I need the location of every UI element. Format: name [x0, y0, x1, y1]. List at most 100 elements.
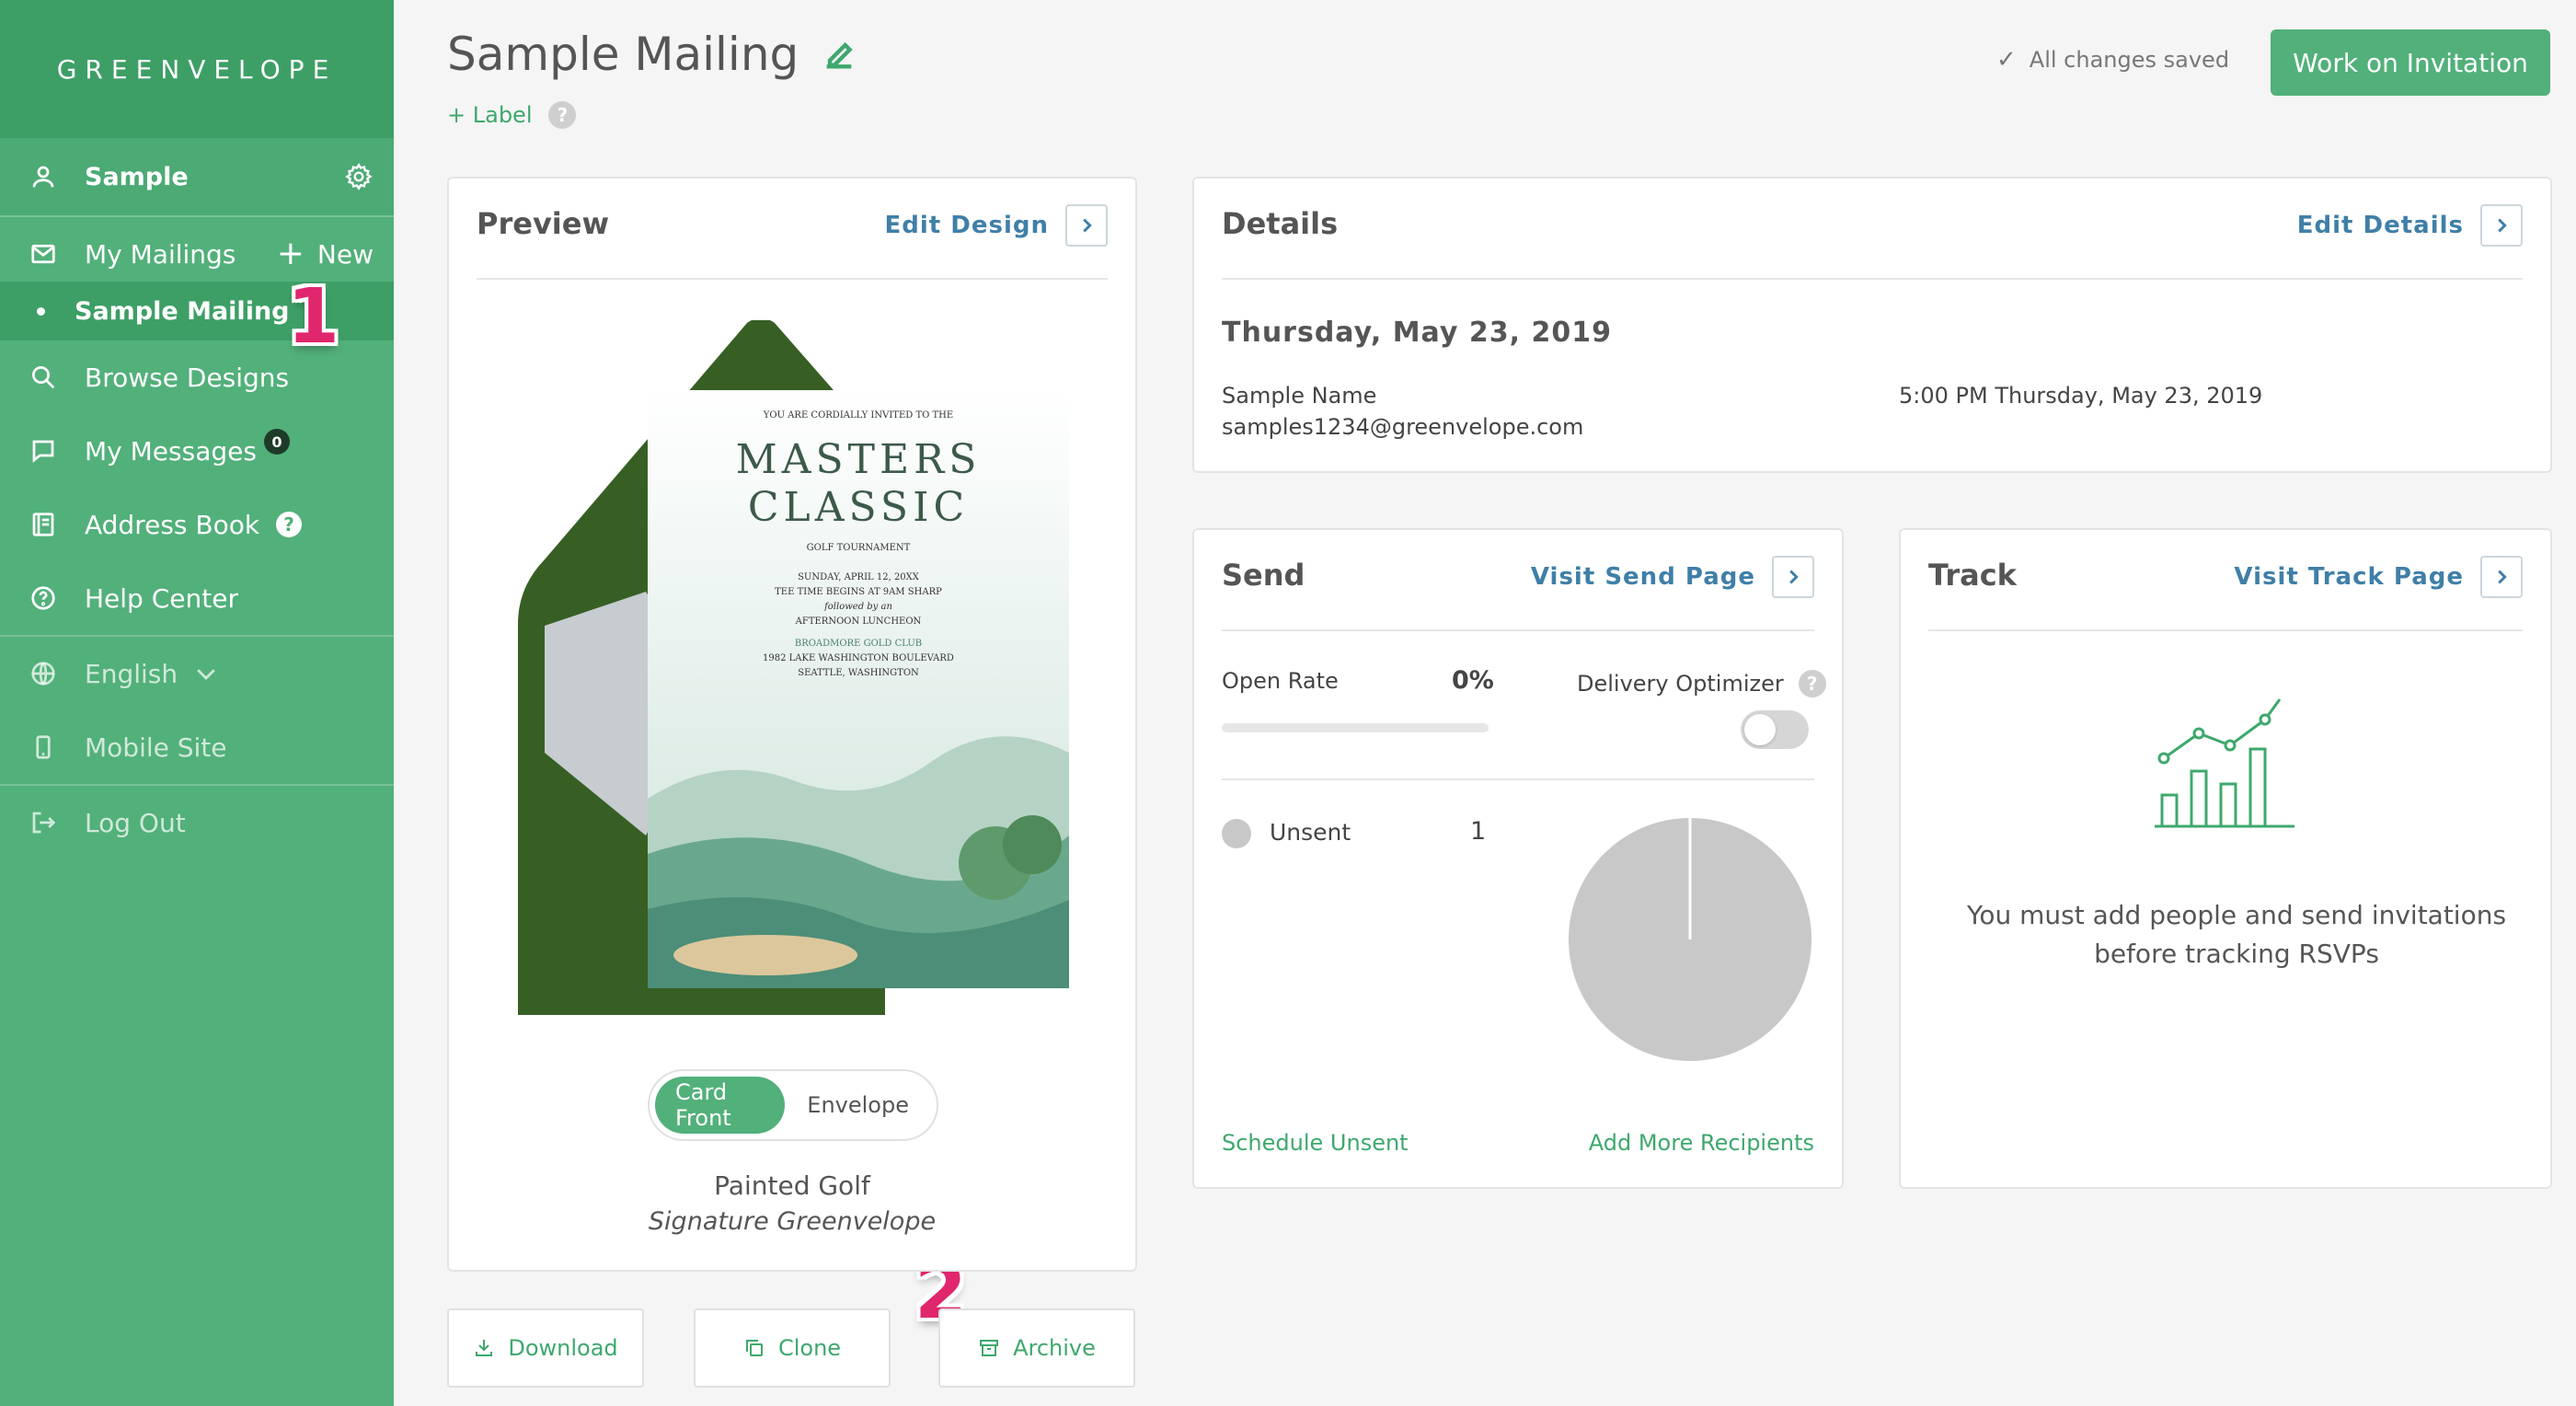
visit-track-text: Visit Track Page [2234, 563, 2464, 591]
callout-marker-1: 1 [287, 273, 340, 361]
edit-details-link[interactable]: Edit Details [2297, 204, 2523, 247]
download-label: Download [508, 1335, 618, 1361]
delivery-optimizer-toggle[interactable] [1741, 710, 1809, 749]
unsent-label: Unsent [1270, 819, 1351, 846]
envelope-icon [28, 238, 59, 270]
visit-send-text: Visit Send Page [1530, 563, 1755, 591]
sidebar-item-label: Log Out [85, 807, 186, 838]
copy-icon [745, 1340, 763, 1356]
divider [1928, 629, 2523, 631]
details-title: Details [1222, 206, 1339, 241]
archive-label: Archive [1013, 1335, 1096, 1361]
open-rate-label: Open Rate [1222, 668, 1339, 694]
sidebar-item-mobile-site[interactable]: Mobile Site [0, 718, 394, 777]
card-invite-text: YOU ARE CORDIALLY INVITED TO THE [763, 410, 953, 421]
sidebar-item-help-center[interactable]: Help Center [0, 569, 394, 628]
edit-details-text: Edit Details [2296, 212, 2464, 239]
card-front-toggle[interactable]: Card Front [655, 1077, 786, 1134]
add-more-recipients-link[interactable]: Add More Recipients [1589, 1130, 1814, 1156]
checkmark-icon: ✓ [1996, 46, 2017, 74]
open-rate-value: 0% [1452, 666, 1494, 695]
schedule-unsent-link[interactable]: Schedule Unsent [1222, 1130, 1409, 1156]
send-title: Send [1222, 558, 1305, 593]
card-tree [1003, 815, 1062, 874]
sender-name: Sample Name [1222, 383, 1377, 409]
new-label: New [316, 238, 374, 270]
chevron-right-icon [2480, 556, 2523, 598]
page-title: Sample Mailing [447, 28, 857, 81]
bullet-icon [37, 306, 45, 316]
card-address: 1982 LAKE WASHINGTON BOULEVARD [763, 653, 954, 663]
greenvelope-logo[interactable]: GREENVELOPE [0, 0, 394, 138]
help-question-icon[interactable]: ? [276, 512, 303, 537]
archive-box-icon [980, 1340, 999, 1356]
envelope-toggle[interactable]: Envelope [785, 1092, 931, 1118]
card-venue: BROADMORE GOLD CLUB [795, 639, 922, 649]
card-title-line2: CLASSIC [748, 484, 969, 531]
work-on-invitation-button[interactable]: Work on Invitation [2271, 29, 2550, 96]
track-card: Track Visit Track Page You must add peop… [1899, 528, 2552, 1189]
analytics-chart-icon [2155, 698, 2294, 828]
sidebar-divider [0, 784, 394, 786]
divider [477, 278, 1108, 280]
sidebar-item-label: My Mailings [85, 238, 236, 270]
add-label-text: + Label [447, 102, 533, 128]
sidebar: GREENVELOPE Sample My Mailings + New Sam… [0, 0, 394, 1406]
invitation-preview-image[interactable]: YOU ARE CORDIALLY INVITED TO THE MASTERS… [517, 320, 1069, 1027]
sidebar-item-address-book[interactable]: Address Book ? [0, 495, 394, 554]
card-subtitle: GOLF TOURNAMENT [807, 543, 911, 553]
chevron-right-icon [1065, 204, 1108, 247]
sidebar-item-label: Address Book [85, 509, 260, 540]
visit-track-page-link[interactable]: Visit Track Page [2234, 556, 2523, 598]
archive-button[interactable]: Archive [938, 1308, 1135, 1388]
send-card: Send Visit Send Page Open Rate 0% Delive… [1192, 528, 1844, 1189]
card-tee-time: TEE TIME BEGINS AT 9AM SHARP [775, 587, 942, 597]
download-icon [476, 1340, 493, 1356]
card-city: SEATTLE, WASHINGTON [798, 668, 919, 678]
visit-send-page-link[interactable]: Visit Send Page [1531, 556, 1814, 598]
sidebar-user[interactable]: Sample [0, 138, 394, 215]
help-question-icon[interactable]: ? [1798, 670, 1826, 697]
sidebar-divider [0, 635, 394, 637]
book-icon [28, 509, 59, 540]
new-mailing-button[interactable]: + New [277, 237, 374, 271]
help-question-icon[interactable]: ? [548, 101, 577, 129]
open-rate-progress-bar [1222, 723, 1489, 732]
add-label-link[interactable]: + Label ? [447, 101, 577, 129]
clone-button[interactable]: Clone [694, 1308, 891, 1388]
toggle-knob [1744, 714, 1776, 745]
chevron-right-icon [2480, 204, 2523, 247]
card-title-line1: MASTERS [736, 436, 982, 483]
card-luncheon: AFTERNOON LUNCHEON [795, 617, 922, 627]
event-date: Thursday, May 23, 2019 [1222, 317, 1612, 349]
language-selector[interactable]: English [0, 644, 394, 703]
track-title: Track [1928, 558, 2017, 593]
gear-icon[interactable] [344, 162, 374, 191]
download-button[interactable]: Download [447, 1308, 644, 1388]
save-status: ✓ All changes saved [1996, 46, 2229, 74]
chevron-down-icon [190, 658, 222, 689]
track-empty-message: You must add people and send invitations… [1966, 900, 2507, 969]
chat-bubble-icon [28, 435, 59, 467]
sidebar-item-label: My Messages [85, 435, 257, 467]
edit-design-link[interactable]: Edit Design [885, 204, 1108, 247]
delivery-optimizer: Delivery Optimizer ? [1577, 670, 1826, 697]
globe-icon [28, 658, 59, 689]
event-time: 5:00 PM Thursday, May 23, 2019 [1899, 383, 2263, 409]
sidebar-item-label: Help Center [85, 582, 238, 614]
save-status-text: All changes saved [2029, 47, 2230, 73]
clone-label: Clone [777, 1335, 842, 1361]
sidebar-item-label: Browse Designs [85, 362, 290, 393]
sidebar-item-my-messages[interactable]: My Messages 0 [0, 421, 394, 480]
sidebar-item-label: Sample Mailing [75, 296, 290, 326]
unsent-count: 1 [1470, 817, 1487, 846]
sidebar-item-log-out[interactable]: Log Out [0, 793, 394, 852]
details-card: Details Edit Details Thursday, May 23, 2… [1192, 177, 2552, 473]
preview-view-toggle: Card Front Envelope [648, 1069, 938, 1141]
design-collection: Signature Greenvelope [648, 1207, 937, 1236]
user-name: Sample [85, 162, 189, 191]
divider [1222, 629, 1814, 631]
card-followed: followed by an [823, 602, 892, 612]
user-icon [28, 161, 59, 192]
pencil-edit-icon[interactable] [821, 36, 857, 73]
